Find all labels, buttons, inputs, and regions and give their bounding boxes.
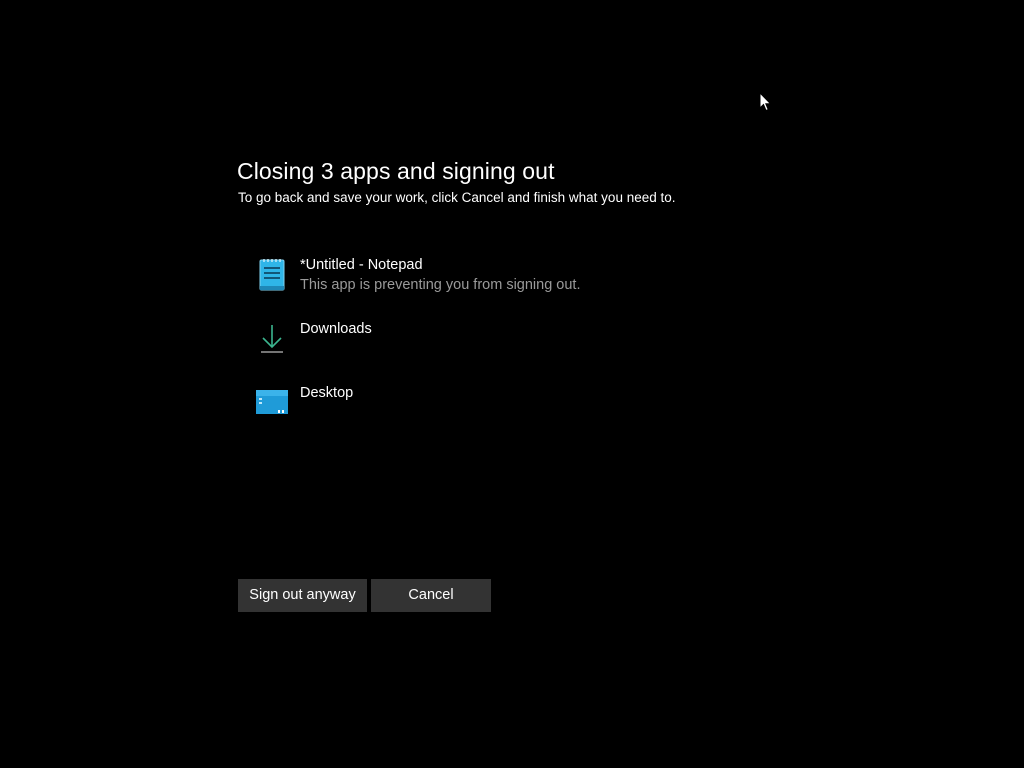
app-status: This app is preventing you from signing …: [300, 277, 581, 293]
mouse-pointer-icon: [759, 91, 773, 112]
download-arrow-icon: [254, 320, 290, 356]
page-subtitle: To go back and save your work, click Can…: [238, 190, 676, 205]
sign-out-anyway-button[interactable]: Sign out anyway: [238, 579, 367, 612]
sign-out-screen: Closing 3 apps and signing out To go bac…: [0, 0, 1024, 768]
app-name: Desktop: [300, 385, 354, 401]
app-item-notepad: *Untitled - Notepad This app is preventi…: [254, 256, 754, 306]
app-name: Downloads: [300, 321, 372, 337]
app-item-downloads: Downloads: [254, 320, 754, 370]
cancel-button[interactable]: Cancel: [371, 579, 491, 612]
page-title: Closing 3 apps and signing out: [237, 158, 555, 184]
desktop-icon: [254, 384, 290, 420]
app-name: *Untitled - Notepad: [300, 257, 423, 273]
notepad-icon: [254, 256, 290, 292]
app-item-desktop: Desktop: [254, 384, 754, 434]
